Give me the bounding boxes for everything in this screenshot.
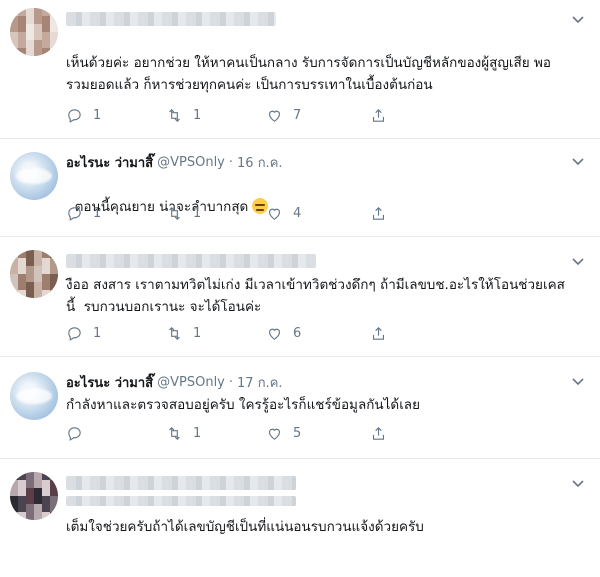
user-handle[interactable]: @VPSOnly — [157, 375, 225, 390]
like-button[interactable]: 4 — [266, 202, 301, 224]
tweet-header: อะไรนะ ว่ามาสิ๊ @VPSOnly · 17 ก.ค. — [66, 372, 283, 392]
reply-count: 1 — [93, 325, 102, 341]
tweet-date[interactable]: 16 ก.ค. — [237, 152, 283, 173]
reply-button[interactable]: 1 — [66, 104, 101, 126]
display-name[interactable]: อะไรนะ ว่ามาสิ๊ — [66, 372, 153, 393]
reply-button[interactable] — [66, 422, 93, 444]
chevron-down-icon[interactable] — [570, 12, 586, 28]
blurred-user-name — [66, 476, 296, 490]
avatar[interactable] — [10, 250, 58, 298]
tweet-text: งืออ สงสาร เราตามทวิตไม่เก่ง มีเวลาเข้าท… — [66, 277, 565, 315]
reply-button[interactable]: 1 — [66, 322, 101, 344]
chevron-down-icon[interactable] — [570, 154, 586, 170]
like-count: 6 — [293, 325, 302, 341]
heart-icon — [268, 428, 281, 440]
share-button[interactable] — [370, 104, 387, 126]
separator-dot: · — [228, 154, 234, 170]
heart-icon — [268, 110, 281, 122]
divider — [0, 236, 600, 237]
retweet-count: 1 — [193, 325, 202, 341]
chevron-down-icon[interactable] — [570, 254, 586, 270]
chevron-down-icon[interactable] — [570, 476, 586, 492]
reply-button[interactable]: 1 — [66, 202, 101, 224]
reply-icon — [68, 108, 81, 123]
like-button[interactable]: 6 — [266, 322, 301, 344]
separator-dot: · — [228, 374, 234, 390]
share-button[interactable] — [370, 422, 387, 444]
like-button[interactable]: 7 — [266, 104, 301, 126]
retweet-button[interactable]: 1 — [166, 322, 201, 344]
share-icon — [372, 108, 385, 122]
tweet-actions: 1 1 4 — [66, 202, 396, 224]
retweet-count: 1 — [193, 205, 202, 221]
share-button[interactable] — [370, 322, 387, 344]
retweet-icon — [169, 326, 180, 340]
heart-icon — [268, 328, 281, 340]
retweet-icon — [169, 206, 180, 220]
reply-count: 1 — [93, 205, 102, 221]
tweet-actions: 1 1 7 — [66, 104, 396, 126]
display-name[interactable]: อะไรนะ ว่ามาสิ๊ — [66, 152, 153, 173]
share-button[interactable] — [370, 202, 387, 224]
like-count: 4 — [293, 205, 302, 221]
chevron-down-icon[interactable] — [570, 374, 586, 390]
retweet-icon — [169, 108, 180, 122]
tweet-date[interactable]: 17 ก.ค. — [237, 372, 283, 393]
avatar[interactable] — [10, 372, 58, 420]
blurred-user-name — [66, 254, 316, 268]
tweet-text: เต็มใจช่วยครับถ้าได้เลขบัญชีเป็นที่แน่นอ… — [66, 519, 424, 535]
tweet-text: กำลังหาและตรวจสอบอยู่ครับ ใครรู้อะไรก็แช… — [66, 397, 420, 413]
share-icon — [372, 426, 385, 440]
tweet-text: เห็นด้วยค่ะ อยากช่วย ให้หาคนเป็นกลาง รับ… — [66, 55, 551, 93]
reply-count: 1 — [93, 107, 102, 123]
avatar[interactable] — [10, 472, 58, 520]
divider — [0, 138, 600, 139]
retweet-count: 1 — [193, 425, 202, 441]
tweet-header: อะไรนะ ว่ามาสิ๊ @VPSOnly · 16 ก.ค. — [66, 152, 283, 172]
blurred-user-name — [66, 496, 296, 506]
user-handle[interactable]: @VPSOnly — [157, 155, 225, 170]
like-count: 7 — [293, 107, 302, 123]
tweet-actions: 1 1 6 — [66, 322, 396, 344]
like-count: 5 — [293, 425, 302, 441]
retweet-button[interactable]: 1 — [166, 202, 201, 224]
divider — [0, 356, 600, 357]
avatar[interactable] — [10, 152, 58, 200]
share-icon — [372, 206, 385, 220]
reply-icon — [68, 426, 81, 441]
retweet-icon — [169, 426, 180, 440]
retweet-button[interactable]: 1 — [166, 422, 201, 444]
heart-icon — [268, 208, 281, 220]
avatar[interactable] — [10, 8, 58, 56]
blurred-user-name — [66, 12, 276, 26]
like-button[interactable]: 5 — [266, 422, 301, 444]
share-icon — [372, 326, 385, 340]
retweet-button[interactable]: 1 — [166, 104, 201, 126]
reply-icon — [68, 206, 81, 221]
retweet-count: 1 — [193, 107, 202, 123]
reply-icon — [68, 326, 81, 341]
divider — [0, 458, 600, 459]
tweet-actions: 1 5 — [66, 422, 396, 444]
